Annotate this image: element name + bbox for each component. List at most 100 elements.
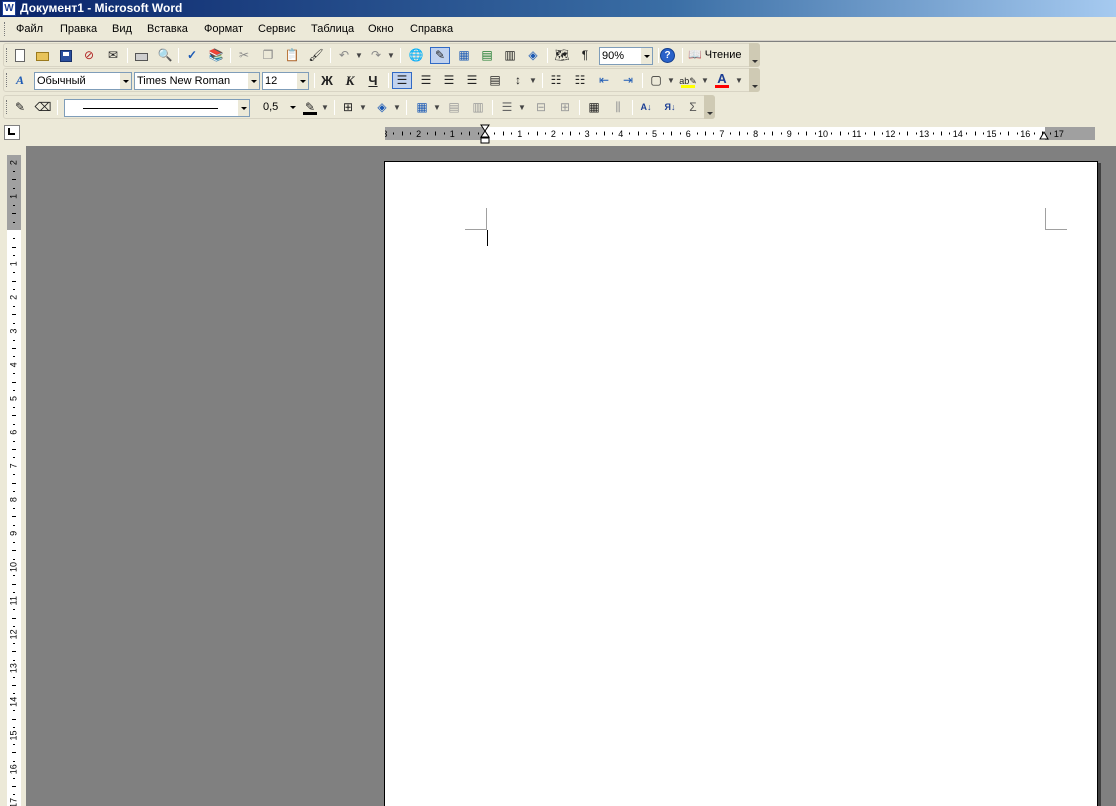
formatting-toolbar-grip[interactable] — [6, 73, 9, 87]
align-cell-dropdown[interactable]: ▼ — [517, 99, 527, 116]
copy-button[interactable]: ❐ — [258, 47, 278, 64]
align-right-button[interactable]: ☰ — [439, 72, 459, 89]
menu-format[interactable]: Формат — [204, 22, 243, 36]
increase-indent-button[interactable]: ⇥ — [618, 72, 638, 89]
line-style-combo[interactable] — [64, 99, 250, 117]
document-page[interactable] — [384, 161, 1098, 806]
menu-help[interactable]: Справка — [410, 22, 453, 36]
undo-button[interactable]: ↶ — [334, 47, 354, 64]
menu-table[interactable]: Таблица — [311, 22, 354, 36]
toolbar-options-button[interactable] — [704, 95, 715, 119]
save-button[interactable] — [56, 47, 76, 64]
menu-bar-grip[interactable] — [4, 22, 7, 36]
title-bar[interactable]: W Документ1 - Microsoft Word — [0, 0, 1116, 17]
drawing-button[interactable]: ◈ — [523, 47, 543, 64]
numbering-button[interactable]: ☷ — [546, 72, 566, 89]
outside-border-dropdown[interactable]: ▼ — [358, 99, 368, 116]
font-dropdown-arrow[interactable] — [248, 73, 259, 89]
table-autoformat-button[interactable]: ▦ — [584, 99, 604, 116]
draw-table-button[interactable]: ✎ — [10, 99, 30, 116]
style-combo[interactable]: Обычный — [34, 72, 132, 90]
word-app-icon[interactable]: W — [2, 1, 16, 16]
merge-cells-button[interactable]: ▤ — [444, 99, 464, 116]
border-color-button[interactable]: ✎ — [300, 99, 320, 116]
tables-toolbar-grip[interactable] — [6, 100, 9, 114]
menu-file[interactable]: Файл — [16, 22, 43, 36]
bullets-button[interactable]: ☷ — [570, 72, 590, 89]
open-button[interactable] — [32, 47, 52, 64]
border-color-dropdown[interactable]: ▼ — [320, 99, 330, 116]
italic-button[interactable]: К — [340, 72, 360, 89]
shading-color-button[interactable]: ◈ — [372, 99, 392, 116]
zoom-dropdown-arrow[interactable] — [641, 48, 652, 64]
menu-insert[interactable]: Вставка — [147, 22, 188, 36]
right-indent-marker[interactable] — [1039, 128, 1051, 140]
font-size-combo[interactable]: 12 — [262, 72, 309, 90]
align-center-button[interactable]: ☰ — [416, 72, 436, 89]
distributed-button[interactable]: ▤ — [485, 72, 505, 89]
horizontal-ruler[interactable]: 3211234567891011121314151617 — [385, 124, 1095, 144]
font-combo[interactable]: Times New Roman — [134, 72, 260, 90]
menu-window[interactable]: Окно — [368, 22, 394, 36]
autosum-button[interactable]: Σ — [683, 99, 703, 116]
shading-color-dropdown[interactable]: ▼ — [392, 99, 402, 116]
insert-excel-button[interactable]: ▤ — [477, 47, 497, 64]
sort-descending-button[interactable]: Я↓ — [660, 99, 680, 116]
columns-button[interactable]: ▥ — [500, 47, 520, 64]
justify-button[interactable]: ☰ — [462, 72, 482, 89]
reading-mode-button[interactable]: 📖 Чтение — [688, 47, 741, 64]
insert-table-dropdown[interactable]: ▼ — [432, 99, 442, 116]
tables-borders-button[interactable]: ✎ — [430, 47, 450, 64]
show-hide-marks-button[interactable]: ¶ — [575, 47, 595, 64]
menu-edit[interactable]: Правка — [60, 22, 97, 36]
permission-button[interactable]: ⊘ — [79, 47, 99, 64]
toolbar-options-button[interactable] — [749, 43, 760, 67]
standard-toolbar-grip[interactable] — [6, 48, 9, 62]
align-left-button[interactable]: ☰ — [392, 72, 412, 89]
styles-formatting-button[interactable]: A — [10, 72, 30, 89]
print-button[interactable] — [131, 47, 151, 64]
email-button[interactable]: ✉ — [103, 47, 123, 64]
insert-hyperlink-button[interactable]: 🌐 — [406, 47, 426, 64]
insert-table-button[interactable]: ▦ — [454, 47, 474, 64]
insert-table-tb-button[interactable]: ▦ — [412, 99, 432, 116]
line-spacing-button[interactable]: ↕ — [508, 72, 528, 89]
borders-button[interactable]: ▢ — [646, 72, 666, 89]
zoom-combo[interactable]: 90% — [599, 47, 653, 65]
line-spacing-dropdown[interactable]: ▼ — [528, 72, 538, 89]
toolbar-options-button[interactable] — [749, 68, 760, 92]
help-button[interactable]: ? — [660, 48, 675, 63]
text-direction-button[interactable]: ⫼ — [608, 99, 628, 116]
new-document-button[interactable] — [10, 47, 30, 64]
menu-tools[interactable]: Сервис — [258, 22, 296, 36]
font-size-dropdown-arrow[interactable] — [297, 73, 308, 89]
decrease-indent-button[interactable]: ⇤ — [594, 72, 614, 89]
style-dropdown-arrow[interactable] — [120, 73, 131, 89]
tab-selector[interactable] — [4, 125, 20, 140]
outside-border-button[interactable]: ⊞ — [338, 99, 358, 116]
undo-dropdown[interactable]: ▼ — [354, 47, 364, 64]
redo-dropdown[interactable]: ▼ — [386, 47, 396, 64]
split-cells-button[interactable]: ▥ — [468, 99, 488, 116]
font-color-dropdown[interactable]: ▼ — [734, 72, 744, 89]
underline-button[interactable]: Ч — [363, 72, 383, 89]
research-button[interactable]: 📚 — [206, 47, 226, 64]
bold-button[interactable]: Ж — [317, 72, 337, 89]
indent-marker[interactable] — [480, 124, 492, 145]
print-preview-button[interactable]: 🔍 — [155, 47, 175, 64]
borders-dropdown[interactable]: ▼ — [666, 72, 676, 89]
distribute-rows-button[interactable]: ⊟ — [531, 99, 551, 116]
menu-view[interactable]: Вид — [112, 22, 132, 36]
distribute-columns-button[interactable]: ⊞ — [555, 99, 575, 116]
document-map-button[interactable]: 🗺 — [552, 47, 572, 64]
line-weight-dropdown-arrow[interactable] — [287, 99, 298, 115]
redo-button[interactable]: ↷ — [366, 47, 386, 64]
highlight-dropdown[interactable]: ▼ — [700, 72, 710, 89]
spelling-button[interactable]: ✓ — [182, 47, 202, 64]
sort-ascending-button[interactable]: A↓ — [636, 99, 656, 116]
font-color-button[interactable]: A — [712, 72, 732, 89]
highlight-button[interactable]: ab✎ — [678, 72, 698, 89]
line-weight-combo[interactable]: 0,5 — [255, 99, 298, 117]
eraser-button[interactable]: ⌫ — [33, 99, 53, 116]
format-painter-button[interactable]: 🖌 — [306, 47, 326, 64]
